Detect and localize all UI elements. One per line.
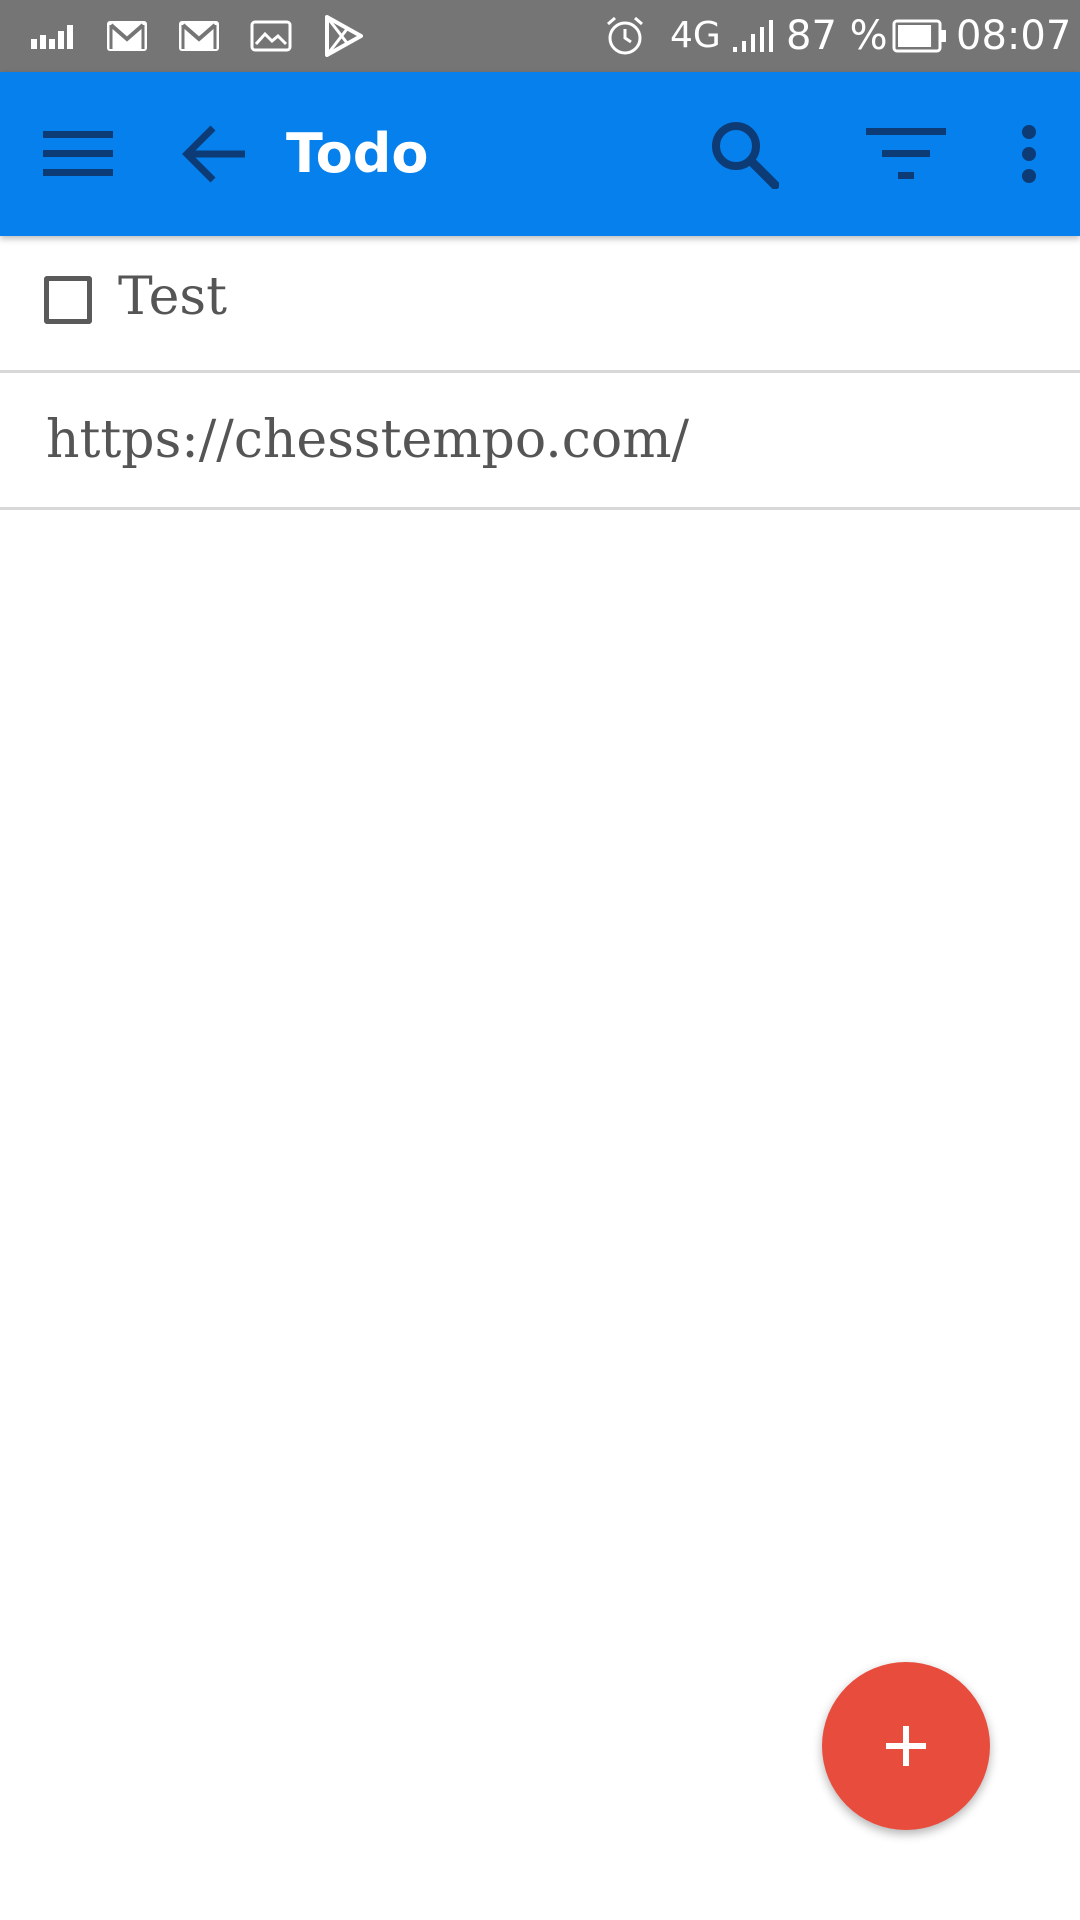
todo-screen: 4G 87 % 08:07 Todo Test https://chesstem… (0, 0, 1080, 1920)
back-arrow-icon (182, 125, 245, 183)
battery-icon (892, 0, 948, 72)
network-type-label: 4G (670, 15, 721, 56)
task-text: Test (118, 267, 228, 327)
app-title: Todo (286, 122, 429, 185)
task-checkbox[interactable] (44, 276, 92, 324)
gmail-icon (104, 0, 150, 72)
task-list: Test https://chesstempo.com/ (0, 236, 1080, 510)
task-row[interactable]: https://chesstempo.com/ (0, 373, 1080, 510)
cell-signal-icon (732, 0, 778, 72)
gmail-icon (176, 0, 222, 72)
filter-icon (866, 128, 946, 179)
menu-icon (43, 131, 113, 176)
back-button[interactable] (164, 72, 264, 236)
signal-bars-icon (30, 0, 76, 72)
filter-button[interactable] (856, 72, 956, 236)
task-link-text[interactable]: https://chesstempo.com/ (46, 373, 689, 507)
menu-button[interactable] (28, 72, 128, 236)
play-store-icon (320, 0, 366, 72)
task-row[interactable]: Test (0, 236, 1080, 373)
overflow-menu-icon (1022, 125, 1036, 183)
alarm-icon (602, 0, 648, 72)
search-icon (712, 122, 779, 189)
app-bar: Todo (0, 72, 1080, 236)
image-icon (248, 0, 294, 72)
status-time: 08:07 (956, 13, 1072, 59)
plus-icon (886, 1726, 926, 1766)
search-button[interactable] (694, 72, 794, 236)
overflow-menu-button[interactable] (994, 72, 1064, 236)
status-bar: 4G 87 % 08:07 (0, 0, 1080, 72)
network-4g-icon: 4G (670, 0, 721, 72)
add-task-button[interactable] (822, 1662, 990, 1830)
battery-percent: 87 % (786, 13, 888, 59)
